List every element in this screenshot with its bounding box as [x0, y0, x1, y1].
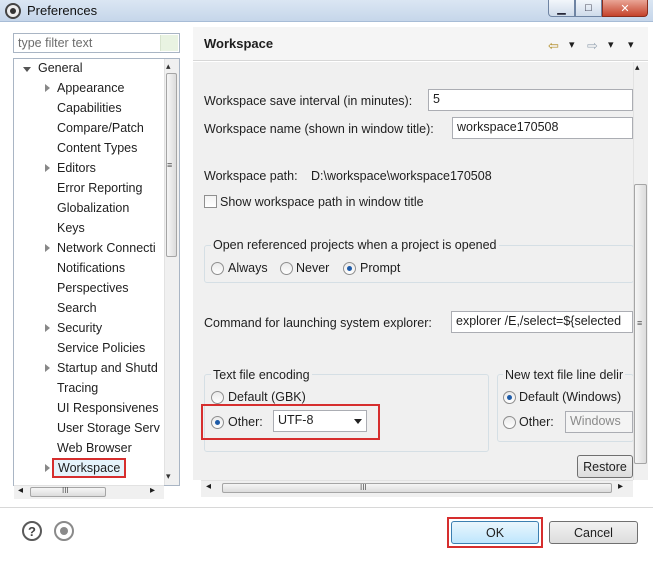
scroll-up-icon[interactable]: ▴: [166, 61, 171, 72]
scroll-down-icon[interactable]: ▾: [166, 471, 171, 482]
back-arrow-icon[interactable]: ⇦: [548, 38, 559, 54]
forward-arrow-icon[interactable]: ⇨: [587, 38, 598, 54]
line-delimiter-group-title: New text file line delir: [503, 368, 626, 382]
tree-item[interactable]: User Storage Serv: [57, 418, 160, 438]
workspace-name-label: Workspace name (shown in window title):: [204, 122, 434, 136]
encoding-other-label: Other:: [228, 415, 263, 429]
tree-item[interactable]: Search: [57, 298, 97, 318]
preferences-tree[interactable]: General Appearance Capabilities Compare/Pa…: [13, 58, 180, 486]
tree-item[interactable]: Keys: [57, 218, 85, 238]
tree-item[interactable]: Tracing: [57, 378, 98, 398]
explorer-command-label: Command for launching system explorer:: [204, 316, 432, 330]
back-dropdown-icon[interactable]: ▾: [569, 38, 575, 51]
tree-collapse-icon[interactable]: [23, 67, 31, 72]
radio-always[interactable]: [211, 262, 224, 275]
show-path-label: Show workspace path in window title: [220, 195, 424, 209]
radio-never-label: Never: [296, 261, 330, 275]
tree-item[interactable]: Web Browser: [57, 438, 132, 458]
eclipse-app-icon: [5, 3, 21, 19]
close-button[interactable]: ✕: [602, 0, 648, 17]
tree-item[interactable]: Startup and Shutd: [57, 358, 158, 378]
save-interval-label: Workspace save interval (in minutes):: [204, 94, 413, 108]
page-title: Workspace: [204, 36, 274, 51]
tree-item[interactable]: Error Reporting: [57, 178, 142, 198]
line-delim-default-label: Default (Windows): [519, 390, 622, 404]
help-icon[interactable]: ?: [22, 521, 42, 541]
scroll-right-icon[interactable]: ▸: [150, 485, 155, 496]
scroll-grip-icon: III: [62, 486, 69, 495]
workspace-name-input[interactable]: workspace170508: [452, 117, 633, 139]
tree-item[interactable]: Compare/Patch: [57, 118, 144, 138]
tree-item[interactable]: Capabilities: [57, 98, 122, 118]
radio-prompt[interactable]: [343, 262, 356, 275]
tree-expand-icon[interactable]: [45, 464, 50, 472]
tree-item[interactable]: Network Connecti: [57, 238, 156, 258]
line-delim-other-radio[interactable]: [503, 416, 516, 429]
workspace-path-label: Workspace path:: [204, 169, 298, 183]
tree-item[interactable]: Security: [57, 318, 102, 338]
line-delim-default-radio[interactable]: [503, 391, 516, 404]
window-title: Preferences: [27, 3, 98, 18]
scroll-grip-icon: ≡: [637, 318, 643, 328]
forward-dropdown-icon[interactable]: ▾: [608, 38, 614, 51]
tree-item[interactable]: Service Policies: [57, 338, 145, 358]
scroll-grip-icon: III: [360, 483, 367, 492]
workspace-path-value: D:\workspace\workspace170508: [311, 169, 492, 183]
restore-defaults-button[interactable]: Restore: [577, 455, 633, 478]
footer-divider: [0, 507, 653, 508]
tree-item[interactable]: Editors: [57, 158, 96, 178]
encoding-select-value: UTF-8: [278, 413, 314, 427]
page-scroll-right-icon[interactable]: ▸: [618, 481, 623, 492]
tree-item-workspace[interactable]: Workspace: [52, 458, 127, 478]
page-hscroll-thumb[interactable]: [222, 483, 612, 493]
tree-item[interactable]: UI Responsivenes: [57, 398, 158, 418]
tree-item[interactable]: Globalization: [57, 198, 129, 218]
page-scroll-up-icon[interactable]: ▴: [635, 62, 640, 73]
encoding-default-radio[interactable]: [211, 391, 224, 404]
tree-item[interactable]: Perspectives: [57, 278, 129, 298]
radio-always-label: Always: [228, 261, 268, 275]
scroll-grip-icon: ≡: [167, 160, 173, 170]
radio-prompt-label: Prompt: [360, 261, 401, 275]
filter-input[interactable]: type filter text: [13, 33, 180, 53]
chevron-down-icon: [354, 419, 362, 424]
minimize-button[interactable]: ▁: [548, 0, 575, 17]
encoding-select[interactable]: UTF-8: [273, 410, 367, 432]
tree-item-general[interactable]: General: [38, 59, 82, 78]
tree-expand-icon[interactable]: [45, 364, 50, 372]
view-menu-icon[interactable]: ▾: [628, 38, 634, 51]
tree-expand-icon[interactable]: [45, 324, 50, 332]
ok-button[interactable]: OK: [451, 521, 539, 544]
cancel-button[interactable]: Cancel: [549, 521, 638, 544]
line-delim-select[interactable]: Windows: [565, 411, 633, 433]
page-scroll-left-icon[interactable]: ◂: [206, 481, 211, 492]
explorer-command-input[interactable]: explorer /E,/select=${selected: [451, 311, 633, 333]
tree-item[interactable]: Notifications: [57, 258, 125, 278]
line-delim-other-label: Other:: [519, 415, 554, 429]
tree-expand-icon[interactable]: [45, 244, 50, 252]
scroll-left-icon[interactable]: ◂: [18, 485, 23, 496]
tree-item[interactable]: Appearance: [57, 78, 124, 98]
text-encoding-group-title: Text file encoding: [211, 368, 312, 382]
encoding-other-radio[interactable]: [211, 416, 224, 429]
filter-clear-icon[interactable]: [160, 35, 178, 51]
maximize-button[interactable]: □: [575, 0, 602, 17]
show-path-checkbox[interactable]: [204, 195, 217, 208]
open-referenced-group-title: Open referenced projects when a project …: [211, 238, 499, 252]
radio-never[interactable]: [280, 262, 293, 275]
save-interval-input[interactable]: 5: [428, 89, 633, 111]
tree-expand-icon[interactable]: [45, 84, 50, 92]
encoding-default-label: Default (GBK): [228, 390, 306, 404]
record-macro-icon[interactable]: [54, 521, 74, 541]
tree-expand-icon[interactable]: [45, 164, 50, 172]
tree-item[interactable]: Content Types: [57, 138, 137, 158]
